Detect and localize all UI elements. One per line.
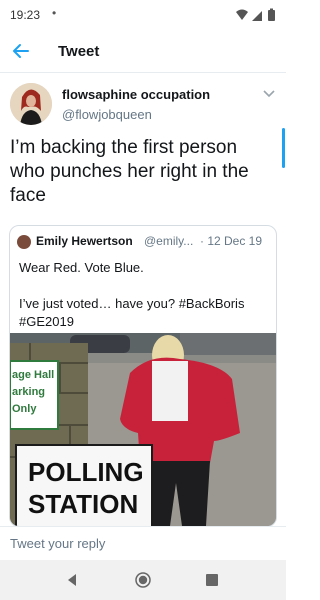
- sign-small-line-3: Only: [12, 403, 37, 415]
- reply-bar: Tweet your reply: [0, 526, 286, 561]
- quoted-media[interactable]: age Hall arking Only POLLING STATION: [10, 333, 276, 526]
- arrow-left-icon: [13, 44, 29, 58]
- avatar-image: [10, 83, 52, 125]
- app-toolbar: Tweet: [0, 30, 286, 73]
- sign-big-line-2: STATION: [28, 489, 138, 519]
- sign-small-line-2: arking: [12, 386, 45, 398]
- author-handle[interactable]: @flowjobqueen: [62, 107, 152, 122]
- reply-input[interactable]: Tweet your reply: [10, 536, 105, 551]
- sign-small-line-1: age Hall: [12, 369, 54, 381]
- sign-big-line-1: POLLING: [28, 457, 144, 487]
- nav-back-icon[interactable]: [64, 572, 80, 588]
- quoted-line-3: #GE2019: [19, 314, 74, 329]
- quoted-text: Wear Red. Vote Blue. I’ve just voted… ha…: [19, 259, 269, 331]
- chevron-down-icon[interactable]: [262, 89, 276, 99]
- quoted-tweet[interactable]: Emily Hewertson @emily... · 12 Dec 19 We…: [9, 225, 277, 527]
- status-icons: [236, 8, 275, 21]
- battery-icon: [268, 8, 275, 21]
- quoted-line-2: I’ve just voted… have you? #BackBoris: [19, 296, 245, 311]
- avatar[interactable]: [10, 83, 52, 125]
- nav-home-icon[interactable]: [134, 571, 152, 589]
- status-bar: 19:23 •: [0, 0, 286, 30]
- back-button[interactable]: [8, 38, 34, 64]
- tweet-text: I’m backing the first person who punches…: [10, 137, 249, 206]
- quoted-avatar: [17, 235, 31, 249]
- author-name[interactable]: flowsaphine occupation: [62, 87, 210, 102]
- signal-icon: [252, 11, 262, 21]
- notification-dot: •: [52, 6, 57, 20]
- nav-recents-icon[interactable]: [206, 574, 218, 586]
- page-title: Tweet: [58, 43, 100, 60]
- wifi-icon: [236, 9, 248, 20]
- photo-image: age Hall arking Only POLLING STATION: [10, 333, 276, 526]
- quoted-date: · 12 Dec 19: [200, 234, 263, 248]
- quoted-author-name: Emily Hewertson: [36, 234, 133, 248]
- scrollbar[interactable]: [282, 128, 285, 168]
- status-time: 19:23: [10, 8, 41, 22]
- quoted-line-1: Wear Red. Vote Blue.: [19, 260, 144, 275]
- system-nav-bar: [0, 560, 286, 600]
- quoted-author-handle: @emily...: [144, 234, 194, 248]
